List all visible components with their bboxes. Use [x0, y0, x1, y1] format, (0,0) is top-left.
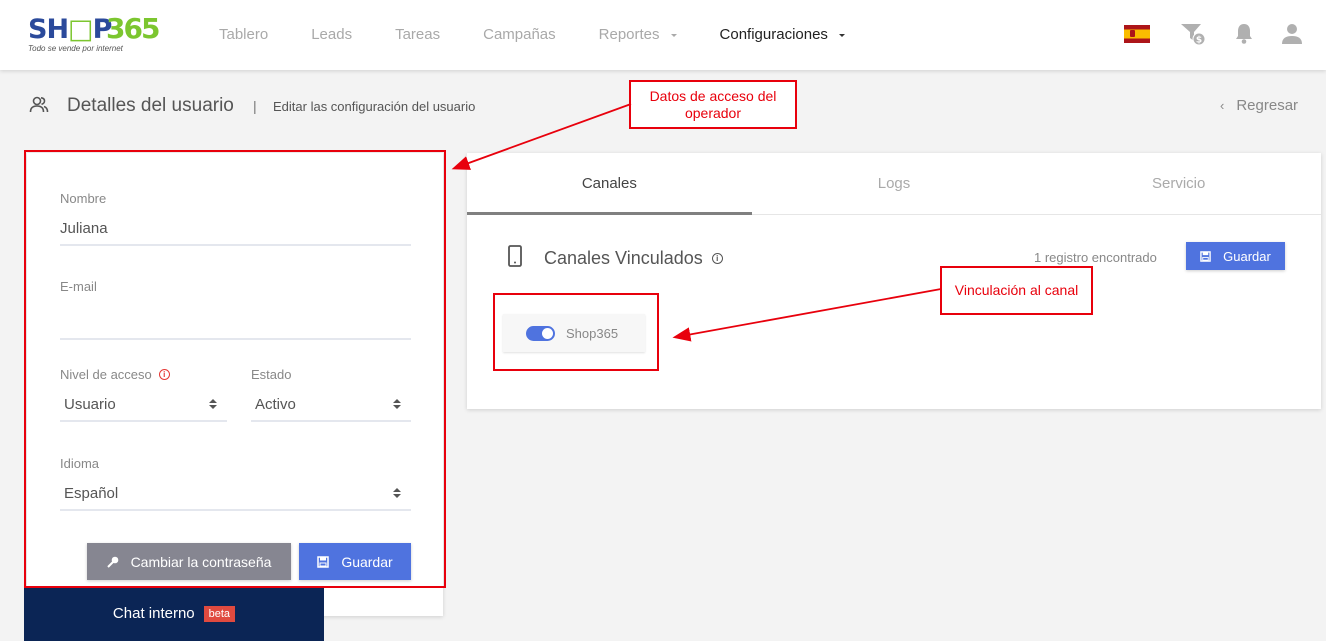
arrow-operator [451, 103, 632, 170]
arrow-channel [672, 288, 942, 342]
annotation-arrows [451, 103, 942, 342]
